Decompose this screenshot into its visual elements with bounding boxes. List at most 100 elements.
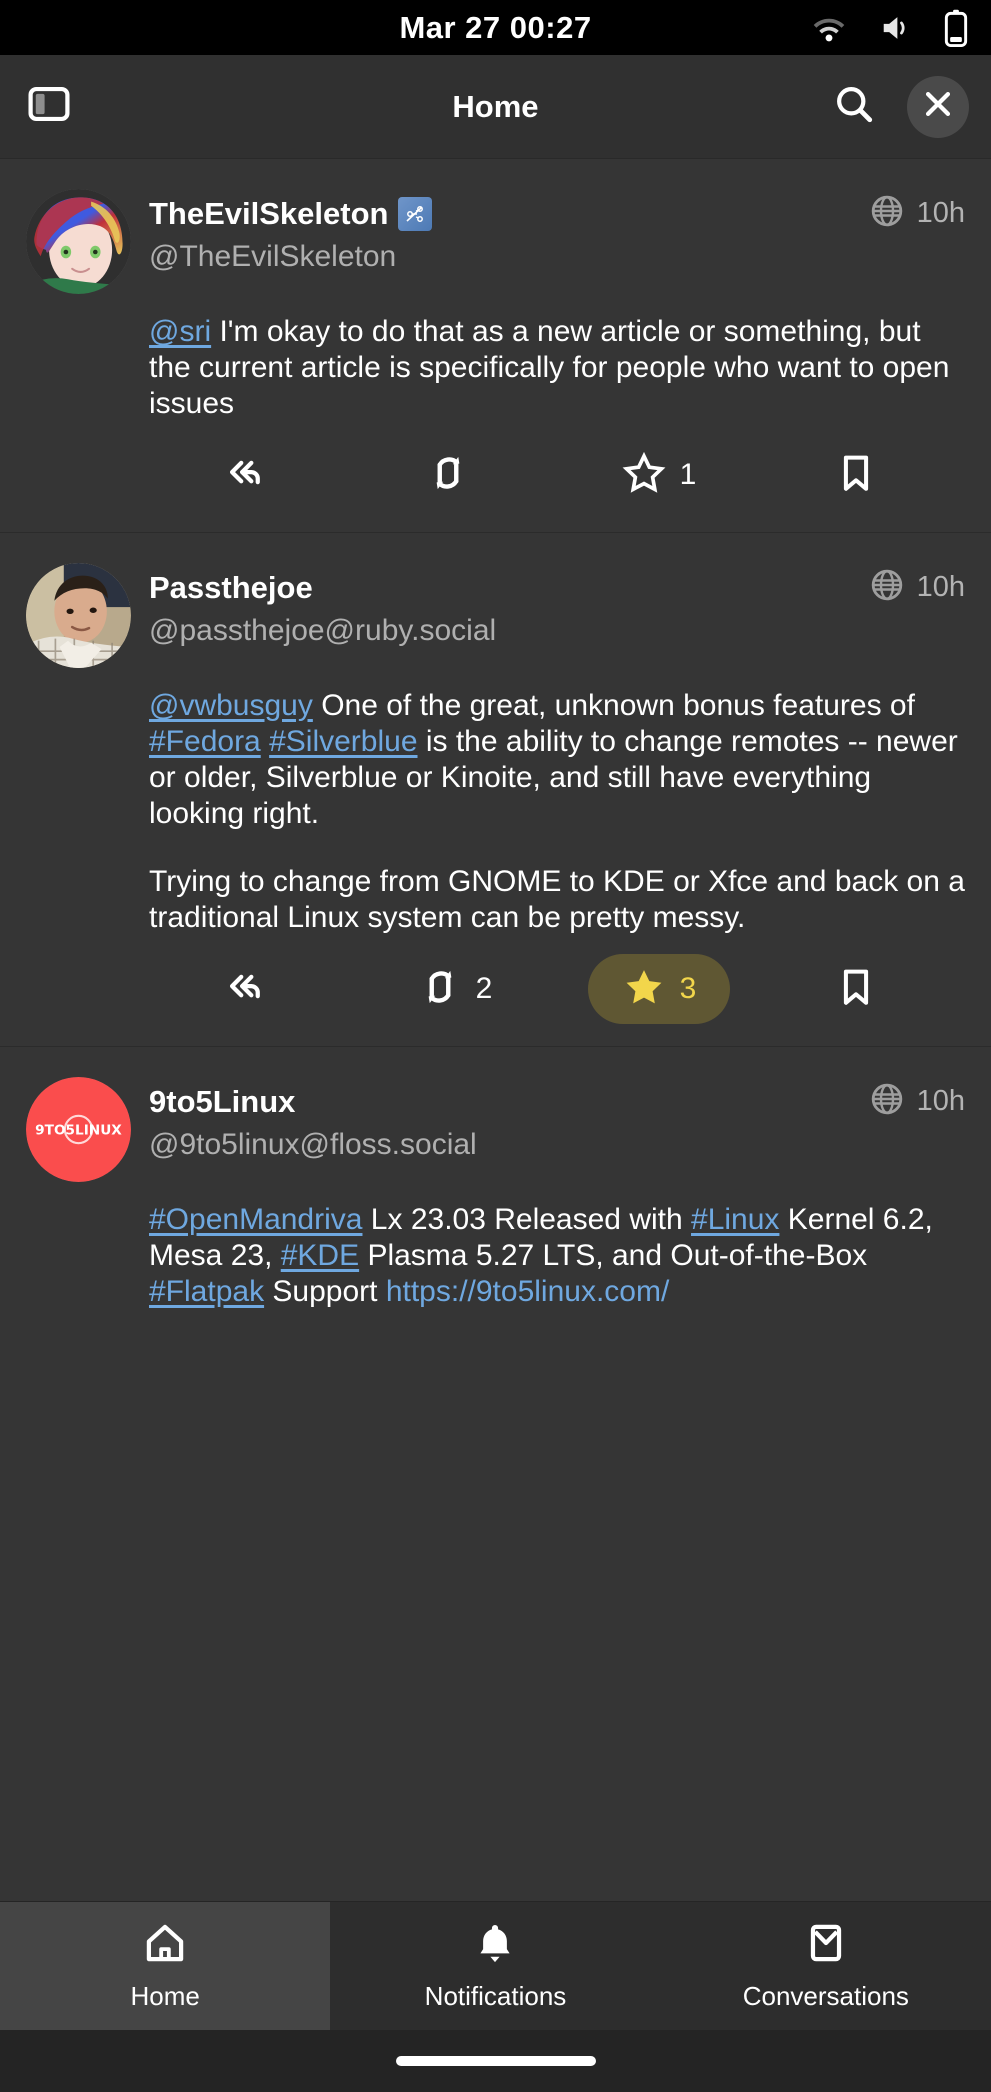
svg-text:9TO5LINUX: 9TO5LINUX xyxy=(35,1123,122,1139)
favorite-button[interactable]: 3 xyxy=(587,954,731,1024)
boost-icon xyxy=(418,965,462,1014)
avatar[interactable]: 9TO5LINUX xyxy=(26,1077,131,1182)
post-timestamp: 10h xyxy=(916,1085,965,1117)
post-text: Support xyxy=(264,1275,386,1308)
status-post[interactable]: Passthejoe 10h @passthejoe@ruby.social @… xyxy=(0,533,991,1047)
wifi-icon xyxy=(809,13,849,43)
post-author-row: Passthejoe 10h xyxy=(149,567,965,608)
reply-button[interactable] xyxy=(149,440,353,510)
gesture-bar-area xyxy=(0,2030,991,2092)
home-icon xyxy=(142,1920,188,1971)
post-header: Passthejoe 10h @passthejoe@ruby.social xyxy=(26,563,965,668)
mastodon-app-window: Mar 27 00:27 Home TheEvilSkeleton 10h @T… xyxy=(0,0,991,2092)
author-handle[interactable]: @passthejoe@ruby.social xyxy=(149,614,965,648)
author-display-name[interactable]: Passthejoe xyxy=(149,570,313,606)
post-paragraph: Trying to change from GNOME to KDE or Xf… xyxy=(149,864,965,936)
battery-icon xyxy=(943,9,969,47)
home-timeline[interactable]: TheEvilSkeleton 10h @TheEvilSkeleton @sr… xyxy=(0,159,991,2092)
post-author-row: 9to5Linux 10h xyxy=(149,1081,965,1122)
volume-icon xyxy=(879,13,913,43)
close-icon xyxy=(921,87,955,126)
post-meta: 10h xyxy=(855,193,965,234)
search-button[interactable] xyxy=(823,76,885,138)
post-paragraph: @vwbusguy One of the great, unknown bonu… xyxy=(149,688,965,832)
post-text xyxy=(261,725,269,758)
bottom-navigation-bar: Home Notifications Conversations xyxy=(0,1901,991,2092)
reply-icon xyxy=(222,965,266,1014)
star-icon xyxy=(622,965,666,1014)
author-display-name[interactable]: TheEvilSkeleton xyxy=(149,196,388,232)
boost-button[interactable] xyxy=(353,440,557,510)
author-display-name[interactable]: 9to5Linux xyxy=(149,1084,295,1120)
author-handle[interactable]: @9to5linux@floss.social xyxy=(149,1128,965,1162)
bookmark-button[interactable] xyxy=(761,440,965,510)
nav-items-row: Home Notifications Conversations xyxy=(0,1902,991,2030)
star-icon xyxy=(622,451,666,500)
home-gesture-bar[interactable] xyxy=(395,2056,596,2066)
sidebar-toggle-button[interactable] xyxy=(22,80,76,134)
nav-item-notifications[interactable]: Notifications xyxy=(330,1902,660,2030)
envelope-icon xyxy=(803,1920,849,1971)
post-meta: 10h xyxy=(855,1081,965,1122)
app-header-bar: Home xyxy=(0,55,991,159)
favorite-count: 3 xyxy=(679,972,697,1005)
post-paragraph: #OpenMandriva Lx 23.03 Released with #Li… xyxy=(149,1202,965,1310)
nav-item-conversations[interactable]: Conversations xyxy=(661,1902,991,2030)
mention-link[interactable]: @vwbusguy xyxy=(149,689,313,722)
hashtag-link[interactable]: #OpenMandriva xyxy=(149,1203,362,1236)
avatar[interactable] xyxy=(26,563,131,668)
post-content: #OpenMandriva Lx 23.03 Released with #Li… xyxy=(149,1202,965,1310)
hashtag-link[interactable]: #Silverblue xyxy=(269,725,417,758)
nav-item-home[interactable]: Home xyxy=(0,1902,331,2030)
post-timestamp: 10h xyxy=(916,197,965,229)
avatar[interactable] xyxy=(26,189,131,294)
post-action-bar: 1 xyxy=(149,422,965,532)
hashtag-link[interactable]: #Fedora xyxy=(149,725,261,758)
status-post[interactable]: 9TO5LINUX 9to5Linux 10h @9to5linux@floss… xyxy=(0,1047,991,1310)
nav-label-notifications: Notifications xyxy=(424,1981,567,2011)
post-text: One of the great, unknown bonus features… xyxy=(312,689,915,722)
close-button[interactable] xyxy=(907,75,969,138)
hashtag-link[interactable]: #Flatpak xyxy=(149,1275,264,1308)
post-author-block: Passthejoe 10h @passthejoe@ruby.social xyxy=(149,563,965,648)
bookmark-icon xyxy=(834,451,878,500)
reply-icon xyxy=(222,451,266,500)
favorite-button[interactable]: 1 xyxy=(557,440,761,510)
boost-count: 2 xyxy=(475,972,493,1005)
post-header: 9TO5LINUX 9to5Linux 10h @9to5linux@floss… xyxy=(26,1077,965,1182)
post-author-block: 9to5Linux 10h @9to5linux@floss.social xyxy=(149,1077,965,1162)
hashtag-link[interactable]: #Linux xyxy=(691,1203,779,1236)
bell-icon xyxy=(472,1920,518,1971)
mention-link[interactable]: @sri xyxy=(149,315,211,348)
bookmark-button[interactable] xyxy=(761,954,965,1024)
url-link[interactable]: https://9to5linux.com/ xyxy=(386,1275,669,1308)
post-action-bar: 2 3 xyxy=(149,936,965,1046)
author-handle[interactable]: @TheEvilSkeleton xyxy=(149,240,965,274)
favorite-count: 1 xyxy=(679,458,697,491)
anime-character-avatar-image xyxy=(26,189,131,294)
favorite-slot: 3 xyxy=(557,954,761,1024)
bookmark-icon xyxy=(834,965,878,1014)
sidebar-toggle-icon xyxy=(26,81,72,132)
hashtag-link[interactable]: #KDE xyxy=(281,1239,359,1272)
post-paragraph: @sri I'm okay to do that as a new articl… xyxy=(149,314,965,422)
post-meta: 10h xyxy=(855,567,965,608)
boost-button[interactable]: 2 xyxy=(353,954,557,1024)
post-text: Trying to change from GNOME to KDE or Xf… xyxy=(149,865,965,934)
nav-label-home: Home xyxy=(130,1981,200,2011)
photo-avatar-image xyxy=(26,563,131,668)
header-right-group xyxy=(823,75,969,138)
favorite-slot: 1 xyxy=(557,440,761,510)
globe-icon xyxy=(869,567,905,608)
header-left-group xyxy=(22,80,76,134)
post-author-block: TheEvilSkeleton 10h @TheEvilSkeleton xyxy=(149,189,965,274)
status-post[interactable]: TheEvilSkeleton 10h @TheEvilSkeleton @sr… xyxy=(0,159,991,533)
post-author-row: TheEvilSkeleton 10h xyxy=(149,193,965,234)
status-bar-indicators xyxy=(809,0,969,55)
post-text: I'm okay to do that as a new article or … xyxy=(149,315,950,420)
post-content: @sri I'm okay to do that as a new articl… xyxy=(149,314,965,422)
globe-icon xyxy=(869,1081,905,1122)
boost-icon xyxy=(426,451,470,500)
reply-button[interactable] xyxy=(149,954,353,1024)
9to5linux-logo-avatar-image: 9TO5LINUX xyxy=(26,1077,131,1182)
